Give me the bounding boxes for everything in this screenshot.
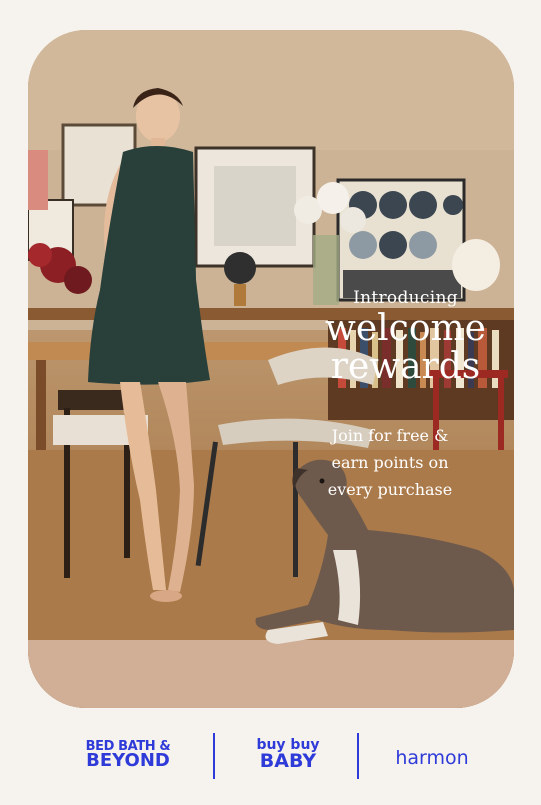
hero-photo: Introducing welcome rewards	[28, 30, 514, 708]
harmon-logo[interactable]: harmon	[386, 747, 478, 769]
headline-line-2: rewards	[330, 346, 481, 387]
body-line-2: earn points on	[331, 453, 449, 472]
logo-divider	[357, 733, 359, 779]
buy-buy-baby-logo[interactable]: buy buy BABY	[248, 737, 328, 772]
brand-logos: BED BATH & BEYOND buy buy BABY harmon	[0, 725, 541, 795]
bbby-line-2: BABY	[259, 750, 317, 772]
logo-divider	[213, 733, 215, 779]
bed-bath-beyond-logo[interactable]: BED BATH & BEYOND	[76, 740, 180, 771]
headline-line-1: welcome	[325, 308, 486, 349]
body-line-1: Join for free &	[331, 426, 449, 445]
promo-headline: Introducing welcome rewards	[298, 288, 513, 386]
bbb-line-2: BEYOND	[86, 750, 170, 771]
body-line-3: every purchase	[327, 480, 453, 499]
promo-body: Join for free & earn points on every pur…	[290, 422, 490, 503]
intro-text: Introducing	[353, 288, 458, 308]
promo-card[interactable]: Introducing welcome rewards Join for fre…	[0, 0, 541, 805]
